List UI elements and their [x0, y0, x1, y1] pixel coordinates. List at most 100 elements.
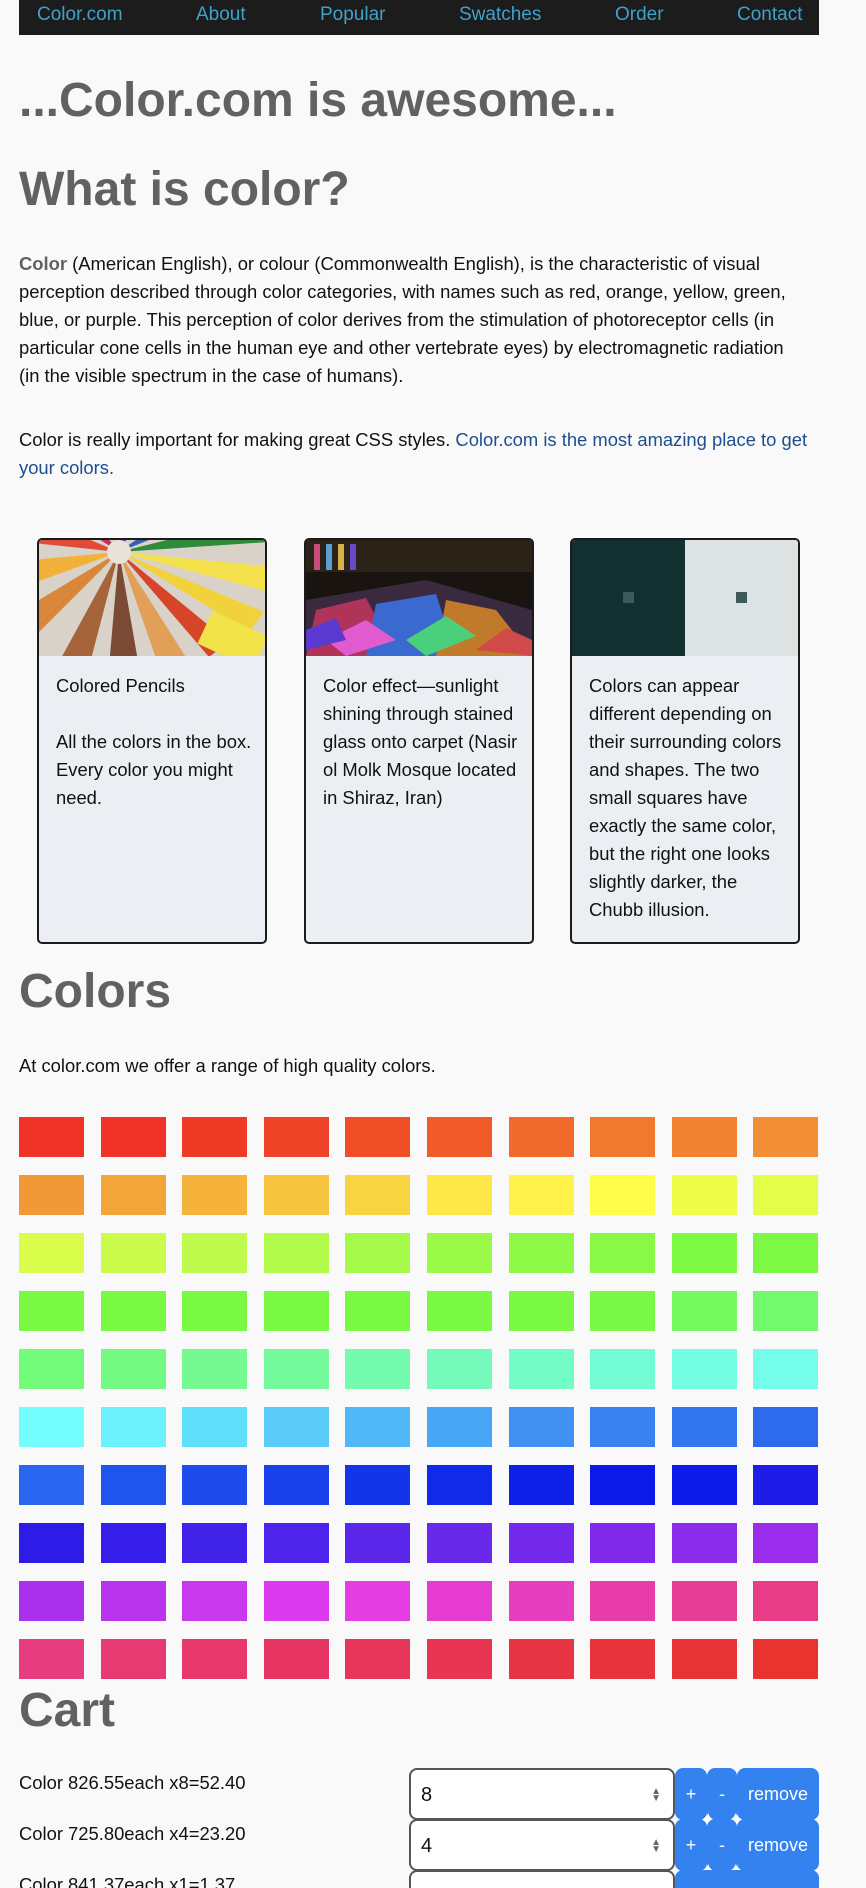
- color-swatch[interactable]: [427, 1407, 492, 1447]
- color-swatch[interactable]: [19, 1291, 84, 1331]
- color-swatch[interactable]: [19, 1175, 84, 1215]
- color-swatch[interactable]: [263, 1639, 329, 1679]
- color-swatch[interactable]: [19, 1407, 84, 1447]
- color-swatch[interactable]: [345, 1117, 411, 1157]
- color-swatch[interactable]: [345, 1233, 411, 1273]
- color-swatch[interactable]: [182, 1233, 248, 1273]
- color-swatch[interactable]: [508, 1291, 574, 1331]
- color-swatch[interactable]: [100, 1233, 166, 1273]
- color-swatch[interactable]: [590, 1233, 656, 1273]
- nav-link-swatches[interactable]: Swatches: [459, 4, 541, 26]
- color-swatch[interactable]: [508, 1233, 574, 1273]
- color-swatch[interactable]: [508, 1465, 574, 1505]
- color-swatch[interactable]: [753, 1581, 819, 1621]
- color-swatch[interactable]: [19, 1233, 84, 1273]
- color-swatch[interactable]: [263, 1291, 329, 1331]
- color-swatch[interactable]: [590, 1465, 656, 1505]
- spinner-icon[interactable]: ▲ ▼: [651, 1838, 661, 1855]
- color-swatch[interactable]: [345, 1407, 411, 1447]
- color-swatch[interactable]: [671, 1581, 737, 1621]
- color-swatch[interactable]: [671, 1639, 737, 1679]
- color-swatch[interactable]: [182, 1349, 248, 1389]
- color-swatch[interactable]: [100, 1117, 166, 1157]
- color-swatch[interactable]: [427, 1581, 492, 1621]
- color-swatch[interactable]: [590, 1349, 656, 1389]
- color-swatch[interactable]: [671, 1465, 737, 1505]
- color-swatch[interactable]: [427, 1233, 492, 1273]
- color-swatch[interactable]: [508, 1349, 574, 1389]
- color-swatch[interactable]: [508, 1175, 574, 1215]
- color-swatch[interactable]: [590, 1581, 656, 1621]
- nav-link-home[interactable]: Color.com: [37, 4, 123, 26]
- color-swatch[interactable]: [753, 1291, 819, 1331]
- color-swatch[interactable]: [345, 1291, 411, 1331]
- color-swatch[interactable]: [590, 1407, 656, 1447]
- color-swatch[interactable]: [182, 1523, 248, 1563]
- color-swatch[interactable]: [753, 1117, 819, 1157]
- color-swatch[interactable]: [753, 1465, 819, 1505]
- remove-button[interactable]: remove: [737, 1819, 819, 1871]
- color-swatch[interactable]: [19, 1581, 84, 1621]
- color-swatch[interactable]: [345, 1349, 411, 1389]
- color-swatch[interactable]: [182, 1291, 248, 1331]
- color-swatch[interactable]: [753, 1639, 819, 1679]
- color-swatch[interactable]: [427, 1639, 492, 1679]
- color-swatch[interactable]: [263, 1349, 329, 1389]
- color-swatch[interactable]: [100, 1465, 166, 1505]
- color-swatch[interactable]: [263, 1523, 329, 1563]
- color-swatch[interactable]: [19, 1639, 84, 1679]
- color-swatch[interactable]: [19, 1117, 84, 1157]
- color-swatch[interactable]: [427, 1523, 492, 1563]
- quantity-input[interactable]: 8 ▲ ▼: [409, 1768, 675, 1820]
- color-swatch[interactable]: [753, 1175, 819, 1215]
- color-swatch[interactable]: [19, 1349, 84, 1389]
- color-swatch[interactable]: [671, 1291, 737, 1331]
- color-swatch[interactable]: [508, 1523, 574, 1563]
- color-swatch[interactable]: [263, 1117, 329, 1157]
- color-swatch[interactable]: [508, 1117, 574, 1157]
- color-swatch[interactable]: [753, 1407, 819, 1447]
- color-swatch[interactable]: [427, 1349, 492, 1389]
- color-swatch[interactable]: [345, 1465, 411, 1505]
- color-swatch[interactable]: [182, 1407, 248, 1447]
- color-swatch[interactable]: [345, 1581, 411, 1621]
- color-swatch[interactable]: [427, 1291, 492, 1331]
- color-swatch[interactable]: [590, 1117, 656, 1157]
- color-swatch[interactable]: [263, 1407, 329, 1447]
- color-swatch[interactable]: [100, 1175, 166, 1215]
- color-swatch[interactable]: [671, 1175, 737, 1215]
- color-swatch[interactable]: [590, 1291, 656, 1331]
- color-swatch[interactable]: [263, 1175, 329, 1215]
- color-swatch[interactable]: [508, 1639, 574, 1679]
- color-swatch[interactable]: [345, 1523, 411, 1563]
- color-swatch[interactable]: [100, 1407, 166, 1447]
- color-swatch[interactable]: [671, 1349, 737, 1389]
- color-swatch[interactable]: [427, 1175, 492, 1215]
- color-swatch[interactable]: [671, 1233, 737, 1273]
- color-swatch[interactable]: [182, 1639, 248, 1679]
- color-swatch[interactable]: [590, 1639, 656, 1679]
- color-swatch[interactable]: [182, 1117, 248, 1157]
- color-swatch[interactable]: [100, 1639, 166, 1679]
- color-swatch[interactable]: [100, 1291, 166, 1331]
- color-swatch[interactable]: [345, 1175, 411, 1215]
- color-swatch[interactable]: [100, 1523, 166, 1563]
- color-swatch[interactable]: [182, 1175, 248, 1215]
- color-swatch[interactable]: [753, 1233, 819, 1273]
- color-swatch[interactable]: [427, 1465, 492, 1505]
- color-swatch[interactable]: [345, 1639, 411, 1679]
- color-swatch[interactable]: [427, 1117, 492, 1157]
- quantity-input[interactable]: [409, 1870, 675, 1888]
- color-swatch[interactable]: [100, 1581, 166, 1621]
- color-swatch[interactable]: [263, 1233, 329, 1273]
- color-swatch[interactable]: [19, 1523, 84, 1563]
- remove-button[interactable]: remove: [737, 1768, 819, 1820]
- color-swatch[interactable]: [508, 1581, 574, 1621]
- color-swatch[interactable]: [753, 1523, 819, 1563]
- spinner-icon[interactable]: ▲ ▼: [651, 1787, 661, 1804]
- color-swatch[interactable]: [182, 1465, 248, 1505]
- color-swatch[interactable]: [508, 1407, 574, 1447]
- color-swatch[interactable]: [590, 1523, 656, 1563]
- color-swatch[interactable]: [263, 1465, 329, 1505]
- quantity-input[interactable]: 4 ▲ ▼: [409, 1819, 675, 1871]
